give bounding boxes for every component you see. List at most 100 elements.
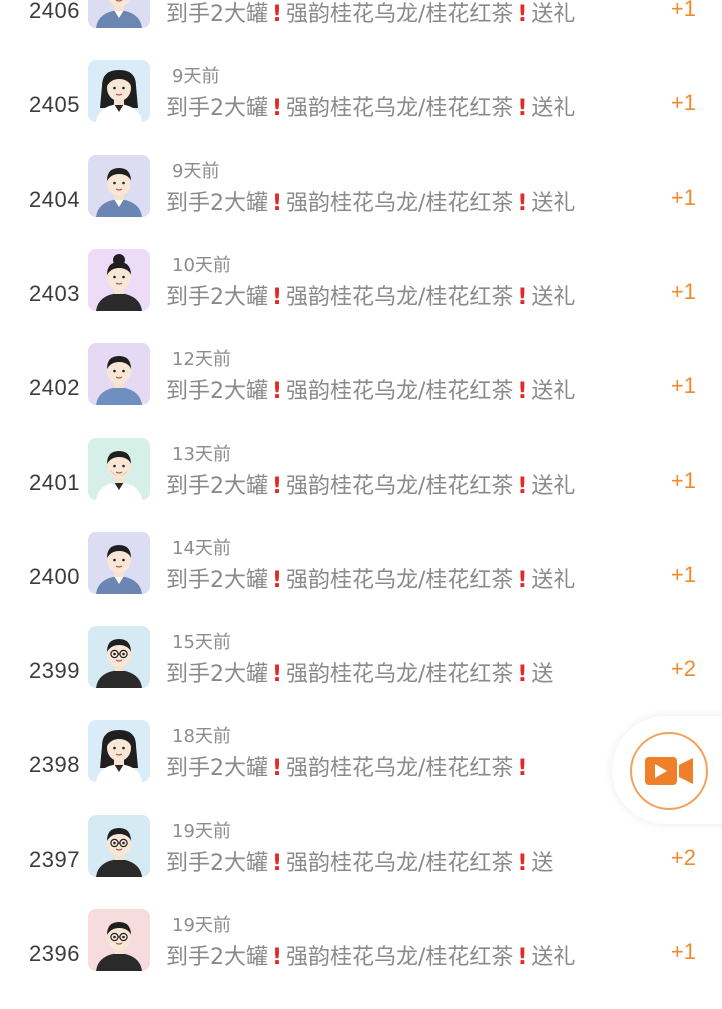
exclamation-icon: ! xyxy=(517,2,528,27)
list-item[interactable]: 2397 19天前 到手2大罐! 强韵桂花乌龙/桂花红茶! 送 +2 xyxy=(0,814,722,915)
timestamp: 13天前 xyxy=(172,443,231,465)
exclamation-icon: ! xyxy=(271,662,283,688)
exclamation-icon: ! xyxy=(271,190,283,216)
avatar[interactable] xyxy=(88,248,150,311)
list-item[interactable]: 2402 12天前 到手2大罐! 强韵桂花乌龙/桂花红茶! 送礼 +1 xyxy=(0,343,722,443)
list-item[interactable]: 2404 9天前 到手2大罐! 强韵桂花乌龙/桂花红茶! 送礼 +1 xyxy=(0,154,722,255)
exclamation-icon: ! xyxy=(271,96,283,122)
avatar[interactable] xyxy=(88,626,150,689)
message-text: 到手2大罐! 强韵桂花乌龙/桂花红茶! 送礼 xyxy=(166,185,706,221)
list-item[interactable]: 2405 9天前 到手2大罐! 强韵桂花乌龙/桂花红茶! 送礼 +1 xyxy=(0,60,722,160)
avatar[interactable] xyxy=(88,437,150,500)
timestamp: 19天前 xyxy=(172,915,231,936)
exclamation-icon: ! xyxy=(517,96,528,122)
message-part-1: 到手2大罐 xyxy=(166,473,268,499)
message-part-2: 强韵桂花乌龙/桂花红茶 xyxy=(286,473,514,499)
exclamation-icon: ! xyxy=(271,284,283,310)
exclamation-icon: ! xyxy=(271,473,283,499)
avatar[interactable] xyxy=(88,909,150,971)
video-record-button[interactable] xyxy=(630,732,708,810)
plus-count: +1 xyxy=(670,561,696,587)
exclamation-icon: ! xyxy=(517,379,528,405)
message-part-2: 强韵桂花乌龙/桂花红茶 xyxy=(286,2,514,27)
message-part-2: 强韵桂花乌龙/桂花红茶 xyxy=(286,190,514,216)
rank-number: 2400 xyxy=(29,563,80,589)
list-item[interactable]: 2400 14天前到手2大罐! 强韵桂花乌龙/桂花红茶! 送礼 +1 xyxy=(0,531,722,632)
timestamp: 12天前 xyxy=(172,349,231,371)
avatar[interactable] xyxy=(88,720,150,783)
gift-label: 送礼 xyxy=(531,567,576,593)
avatar[interactable] xyxy=(88,531,150,594)
gift-label: 送礼 xyxy=(531,96,576,122)
video-camera-icon xyxy=(645,757,693,785)
plus-count: +2 xyxy=(670,844,696,870)
plus-count: +2 xyxy=(670,656,696,682)
list-item[interactable]: 2399 15天前 到手2大罐! 强韵桂花乌龙/桂花红茶! 送 +2 xyxy=(0,626,722,726)
plus-count: +1 xyxy=(670,184,696,210)
plus-count: +1 xyxy=(670,467,696,493)
avatar[interactable] xyxy=(88,154,150,217)
exclamation-icon: ! xyxy=(517,473,528,499)
timestamp: 14天前 xyxy=(172,537,231,559)
timestamp: 18天前 xyxy=(172,726,231,748)
message-text: 到手2大罐! 强韵桂花乌龙/桂花红茶! 送 xyxy=(166,845,706,881)
rank-number: 2397 xyxy=(29,846,80,872)
list-item[interactable]: 2401 13天前 到手2大罐! 强韵桂花乌龙/桂花红茶! 送礼 +1 xyxy=(0,437,722,538)
message-part-1: 到手2大罐 xyxy=(166,2,268,27)
gift-label: 送礼 xyxy=(531,379,576,405)
exclamation-icon: ! xyxy=(517,850,528,876)
exclamation-icon: ! xyxy=(271,850,283,876)
message-part-2: 强韵桂花乌龙/桂花红茶 xyxy=(286,945,514,970)
exclamation-icon: ! xyxy=(517,662,528,688)
message-part-1: 到手2大罐 xyxy=(166,379,268,405)
exclamation-icon: ! xyxy=(517,756,528,782)
gift-label: 送 xyxy=(531,662,554,688)
timestamp: 15天前 xyxy=(172,632,231,654)
message-text: 到手2大罐! 强韵桂花乌龙/桂花红茶! 送礼 xyxy=(166,562,706,598)
avatar[interactable] xyxy=(88,814,150,877)
exclamation-icon: ! xyxy=(517,567,528,593)
message-part-1: 到手2大罐 xyxy=(166,662,268,688)
rank-number: 2401 xyxy=(29,469,80,495)
avatar[interactable] xyxy=(88,60,150,123)
exclamation-icon: ! xyxy=(271,756,283,782)
message-part-1: 到手2大罐 xyxy=(166,945,268,970)
message-text: 到手2大罐! 强韵桂花乌龙/桂花红茶! 送礼 xyxy=(166,468,706,504)
message-part-2: 强韵桂花乌龙/桂花红茶 xyxy=(286,850,514,876)
message-text: 到手2大罐! 强韵桂花乌龙/桂花红茶! 送礼 xyxy=(166,0,706,32)
exclamation-icon: ! xyxy=(271,945,283,970)
rank-number: 2404 xyxy=(29,186,80,212)
message-part-2: 强韵桂花乌龙/桂花红茶 xyxy=(286,379,514,405)
message-part-2: 强韵桂花乌龙/桂花红茶 xyxy=(286,284,514,310)
rank-number: 2398 xyxy=(29,752,80,778)
timestamp: 9天前 xyxy=(172,160,220,182)
rank-number: 2403 xyxy=(29,280,80,306)
message-part-1: 到手2大罐 xyxy=(166,567,268,593)
timestamp: 10天前 xyxy=(172,254,231,276)
message-text: 到手2大罐! 强韵桂花乌龙/桂花红茶! 送礼 xyxy=(166,90,706,126)
rank-number: 2406 xyxy=(29,0,80,23)
gift-label: 送 xyxy=(531,850,554,876)
message-part-1: 到手2大罐 xyxy=(166,284,268,310)
gift-label: 送礼 xyxy=(531,284,576,310)
message-part-2: 强韵桂花乌龙/桂花红茶 xyxy=(286,567,514,593)
gift-list: 2406 到手2大罐! 强韵桂花乌龙/桂花红茶! 送礼 +1 2405 9天前 到手2大罐! 强… xyxy=(0,0,722,971)
avatar[interactable] xyxy=(88,0,150,28)
timestamp: 19天前 xyxy=(172,820,231,842)
gift-label: 送礼 xyxy=(531,473,576,499)
exclamation-icon: ! xyxy=(271,379,283,405)
avatar[interactable] xyxy=(88,343,150,406)
plus-count: +1 xyxy=(670,0,696,21)
message-part-1: 到手2大罐 xyxy=(166,96,268,122)
gift-label: 送礼 xyxy=(531,190,576,216)
rank-number: 2405 xyxy=(29,92,80,118)
message-text: 到手2大罐! 强韵桂花乌龙/桂花红茶! 送礼 xyxy=(166,373,706,409)
exclamation-icon: ! xyxy=(271,2,283,27)
list-item[interactable]: 2403 10天前 到手2大罐! 强韵桂花乌龙/桂花红茶! 送礼 +1 xyxy=(0,248,722,349)
list-item[interactable]: 2406 到手2大罐! 强韵桂花乌龙/桂花红茶! 送礼 +1 xyxy=(0,0,722,66)
gift-label: 送礼 xyxy=(531,945,576,970)
list-item[interactable]: 2396 19天前 到手2大罐! 强韵桂花乌龙/桂花红茶! 送礼 +1 xyxy=(0,909,722,1009)
message-part-1: 到手2大罐 xyxy=(166,850,268,876)
floating-video-panel xyxy=(612,716,722,824)
exclamation-icon: ! xyxy=(517,945,528,970)
